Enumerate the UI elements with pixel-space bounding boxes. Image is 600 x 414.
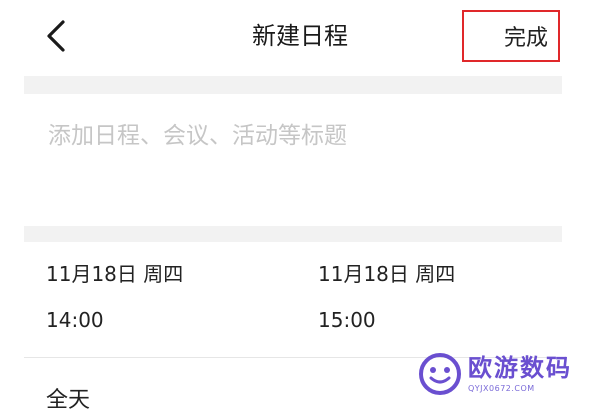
watermark: 欧游数码 QYJX0672.COM xyxy=(418,348,600,400)
watermark-url: QYJX0672.COM xyxy=(468,384,535,393)
start-time: 14:00 xyxy=(46,308,104,332)
end-time: 15:00 xyxy=(318,308,376,332)
app-header: 新建日程 完成 xyxy=(0,0,600,72)
section-divider-band xyxy=(24,226,562,242)
watermark-name: 欧游数码 xyxy=(468,354,572,382)
start-date: 11月18日 周四 xyxy=(46,262,184,286)
back-button[interactable] xyxy=(36,12,76,60)
chevron-left-icon xyxy=(47,20,65,52)
end-time-picker[interactable]: 11月18日 周四 15:00 xyxy=(318,260,538,334)
end-date: 11月18日 周四 xyxy=(318,262,456,286)
smiley-logo-icon xyxy=(419,353,461,395)
done-button-label: 完成 xyxy=(503,26,548,51)
done-button[interactable]: 完成 xyxy=(462,10,560,62)
start-time-picker[interactable]: 11月18日 周四 14:00 xyxy=(46,260,266,334)
event-title-input[interactable] xyxy=(24,96,562,176)
section-divider-band xyxy=(24,76,562,94)
all-day-toggle-label[interactable]: 全天 xyxy=(46,382,90,414)
